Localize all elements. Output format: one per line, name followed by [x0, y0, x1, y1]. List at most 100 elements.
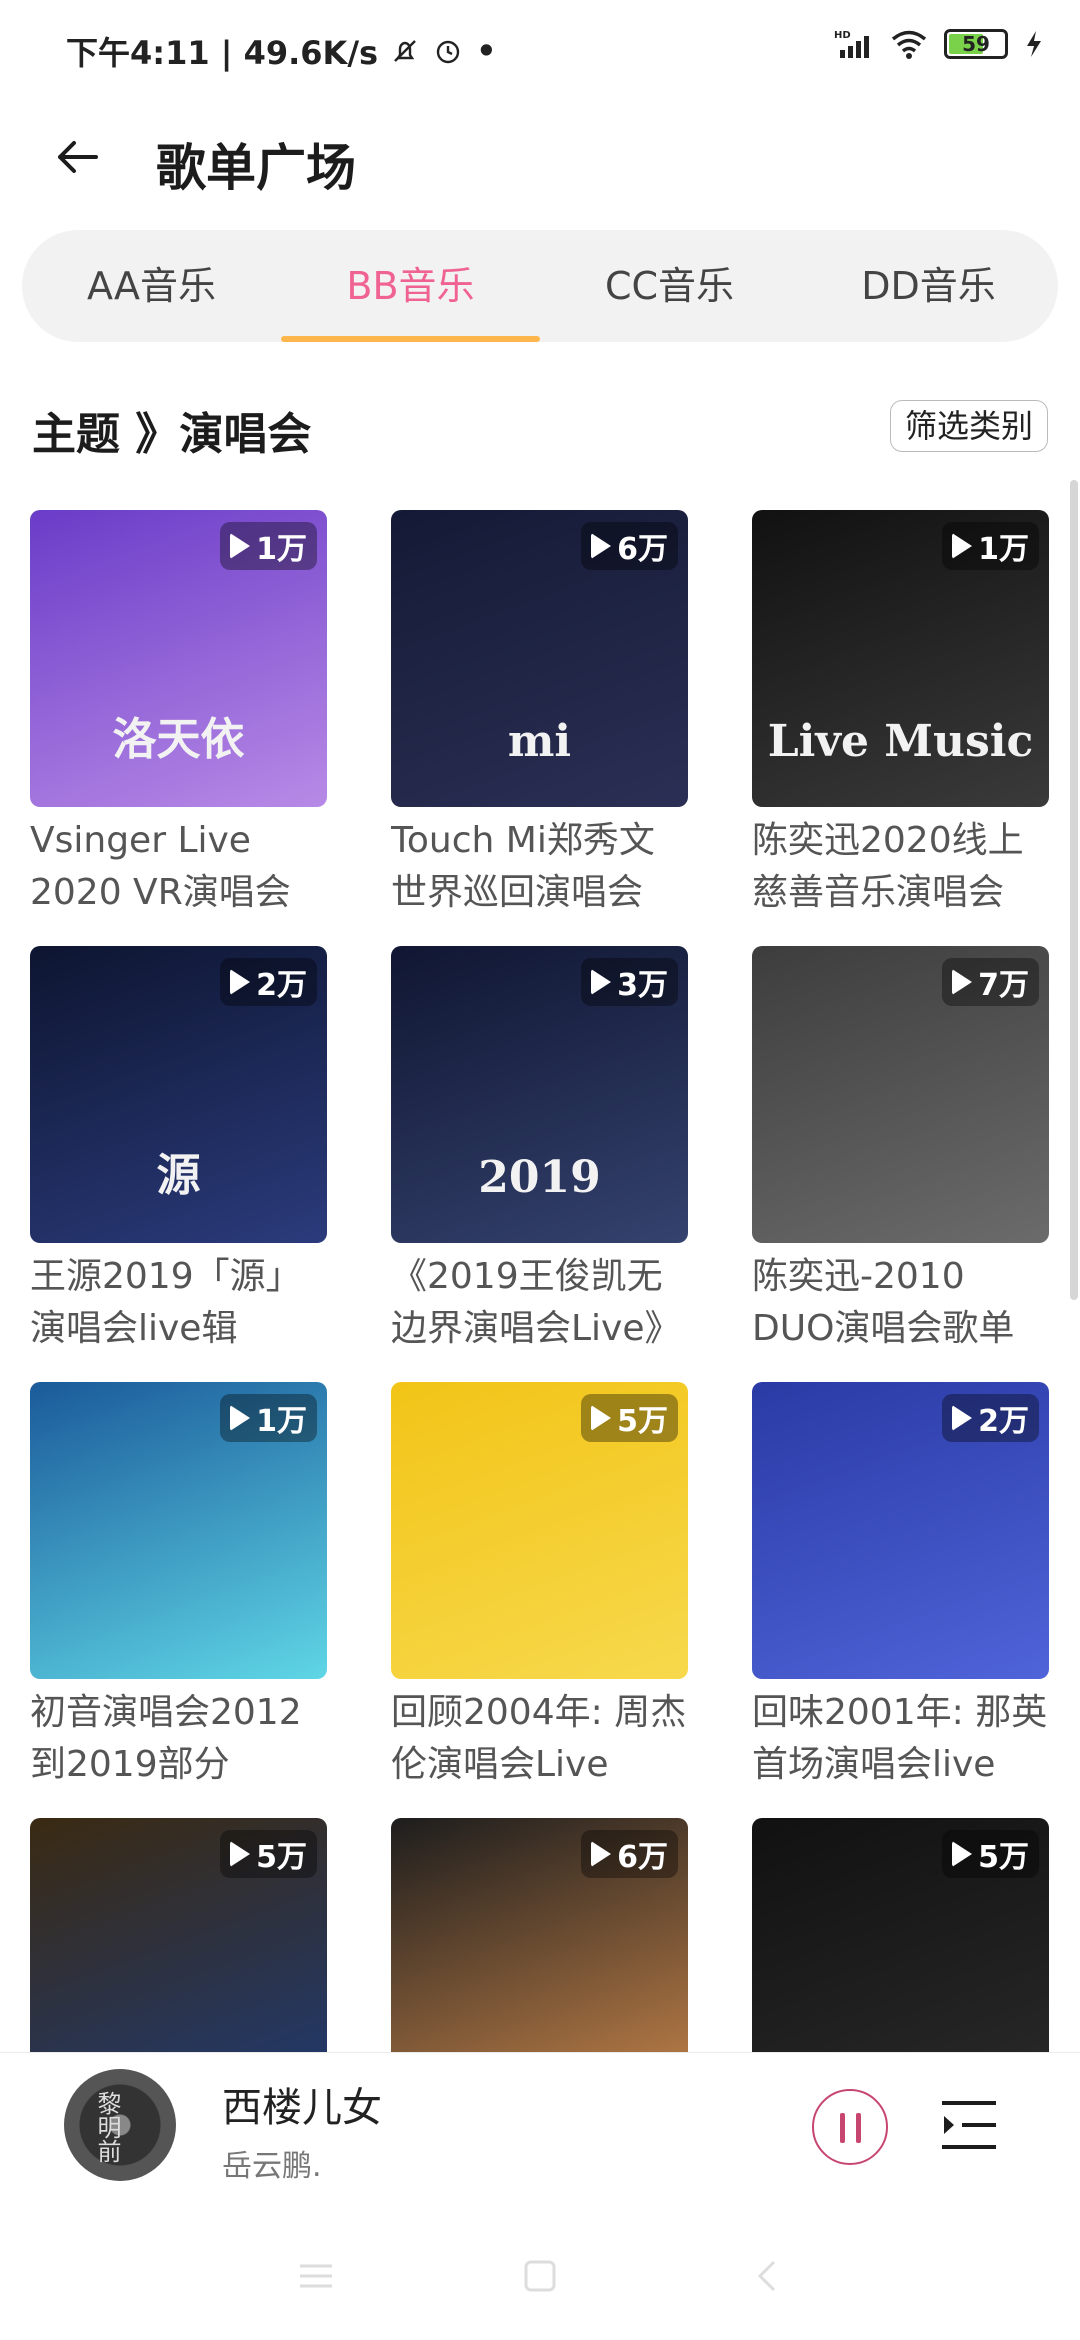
playlist-cover[interactable]: 2万 — [752, 1382, 1049, 1679]
play-count: 6万 — [617, 532, 668, 567]
song-artist: 岳云鹏. — [222, 2149, 322, 2184]
playlist-name[interactable]: 回味2001年: 那英首场演唱会live — [752, 1687, 1049, 1791]
signal-icon: HD — [834, 30, 869, 58]
svg-text:HD: HD — [834, 30, 851, 41]
play-count-badge: 6万 — [581, 522, 678, 570]
playlist-name[interactable]: 回顾2004年: 周杰伦演唱会Live — [391, 1687, 688, 1791]
play-count-badge: 5万 — [581, 1394, 678, 1442]
song-title: 西楼儿女 — [222, 2085, 382, 2131]
playlist-cover[interactable]: 1万 — [30, 1382, 327, 1679]
status-right: HD 59 — [834, 28, 1044, 60]
playlist-name[interactable]: Vsinger Live 2020 VR演唱会 — [30, 815, 327, 919]
playlist-name[interactable]: Touch Mi郑秀文世界巡回演唱会 — [391, 815, 688, 919]
playlist-cover[interactable]: 2019 3万 — [391, 946, 688, 1243]
battery-icon: 59 — [944, 29, 1008, 59]
playlist-queue-icon[interactable] — [940, 2097, 998, 2153]
play-icon — [591, 1405, 612, 1431]
mini-player[interactable]: 黎明前 西楼儿女 岳云鹏. — [0, 2052, 1080, 2203]
alarm-icon — [436, 40, 460, 64]
play-icon — [952, 969, 973, 995]
tab-4[interactable]: DD音乐 — [799, 230, 1058, 342]
filter-category-button[interactable]: 筛选类别 — [889, 400, 1048, 452]
breadcrumb: 主题 》演唱会 — [32, 409, 312, 460]
playlist-card[interactable]: 2019 3万《2019王俊凯无边界演唱会Live》 — [391, 946, 688, 1355]
play-count-badge: 1万 — [220, 1394, 317, 1442]
play-count-badge: 3万 — [581, 958, 678, 1006]
section-header: 主题 》演唱会 筛选类别 — [32, 390, 1048, 460]
playlist-card[interactable]: mi 6万 Touch Mi郑秀文世界巡回演唱会 — [391, 510, 688, 919]
playlist-card[interactable]: 洛天依 1万 Vsinger Live 2020 VR演唱会 — [30, 510, 327, 919]
play-icon — [952, 533, 973, 559]
play-icon — [591, 533, 612, 559]
status-bar: 下午4:11 | 49.6K/s • HD 59 — [0, 0, 1080, 100]
play-count: 2万 — [256, 968, 307, 1003]
playlist-cover[interactable]: 洛天依 1万 — [30, 510, 327, 807]
playlist-card[interactable]: Live Music 1万陈奕迅2020线上慈善音乐演唱会 — [752, 510, 1049, 919]
play-count-badge: 5万 — [220, 1830, 317, 1878]
charging-icon — [1027, 31, 1041, 57]
source-tabs: AA音乐 BB音乐 CC音乐 DD音乐 — [22, 230, 1058, 342]
system-nav-bar — [0, 2202, 1080, 2340]
play-count-badge: 1万 — [220, 522, 317, 570]
cover-text: 源 — [156, 1150, 201, 1201]
playlist-cover[interactable]: mi 6万 — [391, 510, 688, 807]
playlist-card[interactable]: 2万回味2001年: 那英首场演唱会live — [752, 1382, 1049, 1791]
play-icon — [230, 1841, 251, 1867]
back-arrow-icon[interactable] — [52, 130, 106, 184]
tab-1[interactable]: AA音乐 — [22, 230, 281, 342]
play-count: 6万 — [617, 1840, 668, 1875]
play-count: 1万 — [256, 532, 307, 567]
playlist-card[interactable]: 5万回顾2004年: 周杰伦演唱会Live — [391, 1382, 688, 1791]
playlist-card[interactable]: 源 2万王源2019「源」演唱会live辑 — [30, 946, 327, 1355]
cover-text: Live Music — [767, 716, 1034, 767]
playlist-cover[interactable]: Live Music 1万 — [752, 510, 1049, 807]
playlist-cover[interactable]: 7万 — [752, 946, 1049, 1243]
tab-2[interactable]: BB音乐 — [281, 230, 540, 342]
play-count: 2万 — [978, 1404, 1029, 1439]
dot-icon: • — [476, 32, 497, 70]
battery-level: 59 — [962, 32, 990, 56]
play-icon — [230, 969, 251, 995]
playlist-name[interactable]: 《2019王俊凯无边界演唱会Live》 — [391, 1251, 688, 1355]
scrollbar[interactable] — [1070, 480, 1078, 1300]
tab-3[interactable]: CC音乐 — [540, 230, 799, 342]
play-count-badge: 1万 — [942, 522, 1039, 570]
page-header: 歌单广场 — [0, 100, 1080, 230]
play-count: 5万 — [256, 1840, 307, 1875]
play-icon — [230, 533, 251, 559]
play-count-badge: 5万 — [942, 1830, 1039, 1878]
playlist-name[interactable]: 初音演唱会2012到2019部分 — [30, 1687, 327, 1791]
playlist-name[interactable]: 陈奕迅2020线上慈善音乐演唱会 — [752, 815, 1049, 919]
wifi-icon — [891, 30, 927, 59]
play-count: 5万 — [978, 1840, 1029, 1875]
play-icon — [591, 1841, 612, 1867]
play-count: 3万 — [617, 968, 668, 1003]
playlist-card[interactable]: 1万初音演唱会2012到2019部分 — [30, 1382, 327, 1791]
back-nav-icon[interactable] — [748, 2256, 788, 2296]
menu-icon[interactable] — [296, 2256, 336, 2296]
cover-text: 2019 — [478, 1152, 601, 1203]
status-left: 下午4:11 | 49.6K/s • — [66, 28, 497, 74]
disc-text: 黎明前 — [93, 2091, 121, 2163]
play-count: 1万 — [256, 1404, 307, 1439]
play-count-badge: 6万 — [581, 1830, 678, 1878]
playlist-name[interactable]: 王源2019「源」演唱会live辑 — [30, 1251, 327, 1355]
play-icon — [952, 1841, 973, 1867]
play-count: 7万 — [978, 968, 1029, 1003]
status-time-speed: 下午4:11 | 49.6K/s — [66, 34, 379, 72]
cover-text: mi — [507, 716, 572, 767]
playlist-card[interactable]: 7万陈奕迅-2010 DUO演唱会歌单 — [752, 946, 1049, 1355]
playlist-name[interactable]: 陈奕迅-2010 DUO演唱会歌单 — [752, 1251, 1049, 1355]
play-icon — [952, 1405, 973, 1431]
cover-text: 洛天依 — [112, 714, 245, 765]
home-icon[interactable] — [520, 2256, 560, 2296]
mute-bell-icon — [394, 40, 416, 62]
pause-button[interactable] — [812, 2089, 888, 2165]
album-disc[interactable]: 黎明前 — [64, 2069, 176, 2181]
play-count-badge: 2万 — [220, 958, 317, 1006]
play-count: 1万 — [978, 532, 1029, 567]
play-icon — [591, 969, 612, 995]
playlist-cover[interactable]: 源 2万 — [30, 946, 327, 1243]
play-count: 5万 — [617, 1404, 668, 1439]
playlist-cover[interactable]: 5万 — [391, 1382, 688, 1679]
